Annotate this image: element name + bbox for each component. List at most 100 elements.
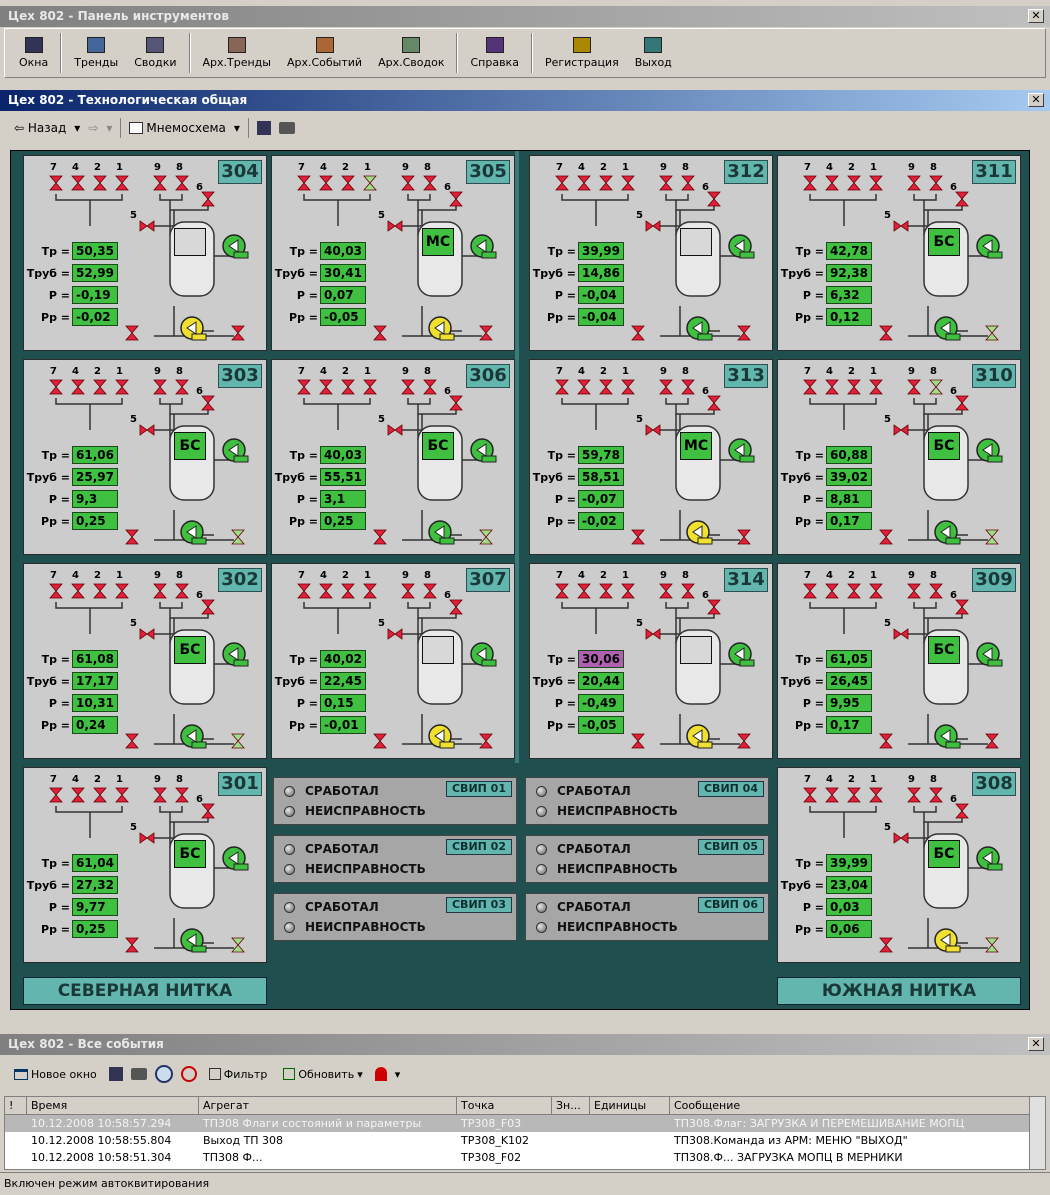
valve-icon[interactable]: [631, 325, 645, 341]
valve-icon[interactable]: [175, 175, 189, 191]
valve-icon[interactable]: [49, 787, 63, 803]
valve-icon[interactable]: [907, 379, 921, 395]
valve-icon[interactable]: [985, 529, 999, 545]
valve-icon[interactable]: [847, 787, 861, 803]
valve-icon[interactable]: [985, 733, 999, 749]
toolbar-button-4[interactable]: Арх.Событий: [279, 31, 370, 75]
valve-icon[interactable]: [319, 379, 333, 395]
pump-icon[interactable]: [728, 234, 755, 259]
valve-icon[interactable]: [49, 175, 63, 191]
valve-icon[interactable]: [231, 937, 245, 953]
column-header[interactable]: Сообщение: [670, 1097, 1030, 1114]
print-icon[interactable]: [278, 122, 295, 134]
pump-icon[interactable]: [686, 316, 713, 341]
valve-icon[interactable]: [401, 583, 415, 599]
pump-icon[interactable]: [222, 642, 249, 667]
valve-icon[interactable]: [879, 733, 893, 749]
reactor-panel-305[interactable]: 7 4 2 1 9 8 6 5 МС 305 Тр = 40,03 Труб = 30,41 Р = 0,07…: [271, 155, 515, 351]
valve-icon[interactable]: [373, 733, 387, 749]
valve-icon[interactable]: [71, 583, 85, 599]
valve-icon[interactable]: [201, 599, 215, 615]
back-dropdown-icon[interactable]: ▾: [74, 121, 80, 135]
valve-icon[interactable]: [893, 832, 909, 844]
new-window-button[interactable]: Новое окно: [10, 1066, 101, 1083]
pump-icon[interactable]: [728, 642, 755, 667]
pump-icon[interactable]: [934, 928, 961, 953]
valve-icon[interactable]: [449, 599, 463, 615]
pump-icon[interactable]: [470, 642, 497, 667]
valve-icon[interactable]: [401, 379, 415, 395]
pump-icon[interactable]: [470, 234, 497, 259]
valve-icon[interactable]: [153, 379, 167, 395]
valve-icon[interactable]: [955, 599, 969, 615]
pump-icon[interactable]: [686, 724, 713, 749]
valve-icon[interactable]: [577, 175, 591, 191]
valve-icon[interactable]: [71, 787, 85, 803]
valve-icon[interactable]: [907, 583, 921, 599]
valve-icon[interactable]: [929, 175, 943, 191]
column-header[interactable]: Время: [27, 1097, 199, 1114]
valve-icon[interactable]: [681, 379, 695, 395]
column-header[interactable]: Единицы: [590, 1097, 670, 1114]
alarm-icon[interactable]: [180, 1066, 197, 1082]
valve-icon[interactable]: [175, 379, 189, 395]
valve-icon[interactable]: [153, 787, 167, 803]
pump-icon[interactable]: [728, 438, 755, 463]
valve-icon[interactable]: [341, 583, 355, 599]
valve-icon[interactable]: [803, 379, 817, 395]
pump-icon[interactable]: [686, 520, 713, 545]
reactor-panel-307[interactable]: 7 4 2 1 9 8 6 5 307 Тр = 40,02 Труб = 22,45 Р = 0,15 Рр…: [271, 563, 515, 759]
valve-icon[interactable]: [893, 220, 909, 232]
valve-icon[interactable]: [907, 787, 921, 803]
valve-icon[interactable]: [645, 424, 661, 436]
valve-icon[interactable]: [231, 325, 245, 341]
valve-icon[interactable]: [825, 583, 839, 599]
reactor-panel-314[interactable]: 7 4 2 1 9 8 6 5 314 Тр = 30,06 Труб = 20,44 Р = -0,49 Р…: [529, 563, 773, 759]
valve-icon[interactable]: [153, 583, 167, 599]
valve-icon[interactable]: [847, 583, 861, 599]
siren-dropdown-icon[interactable]: ▾: [395, 1068, 401, 1081]
valve-icon[interactable]: [929, 583, 943, 599]
toolbar-button-6[interactable]: Справка: [462, 31, 526, 75]
events-scrollbar[interactable]: [1029, 1097, 1045, 1169]
toolbar-button-3[interactable]: Арх.Тренды: [195, 31, 279, 75]
valve-icon[interactable]: [825, 379, 839, 395]
valve-icon[interactable]: [449, 191, 463, 207]
column-header[interactable]: Зн...: [552, 1097, 590, 1114]
valve-icon[interactable]: [93, 583, 107, 599]
valve-icon[interactable]: [907, 175, 921, 191]
mnemo-dropdown-icon[interactable]: ▾: [234, 121, 240, 135]
close-icon[interactable]: ✕: [1028, 93, 1044, 107]
pump-icon[interactable]: [428, 724, 455, 749]
valve-icon[interactable]: [401, 175, 415, 191]
valve-icon[interactable]: [681, 583, 695, 599]
pump-icon[interactable]: [180, 724, 207, 749]
valve-icon[interactable]: [139, 832, 155, 844]
reactor-panel-301[interactable]: 7 4 2 1 9 8 6 5 БС 301 Тр = 61,04 Труб = 27,32 Р = 9,77…: [23, 767, 267, 963]
valve-icon[interactable]: [879, 937, 893, 953]
valve-icon[interactable]: [645, 220, 661, 232]
valve-icon[interactable]: [869, 787, 883, 803]
valve-icon[interactable]: [139, 424, 155, 436]
valve-icon[interactable]: [847, 379, 861, 395]
valve-icon[interactable]: [423, 583, 437, 599]
refresh-dropdown-icon[interactable]: ▾: [357, 1068, 363, 1081]
valve-icon[interactable]: [115, 175, 129, 191]
valve-icon[interactable]: [707, 191, 721, 207]
toolbar-button-2[interactable]: Сводки: [126, 31, 184, 75]
valve-icon[interactable]: [985, 937, 999, 953]
valve-icon[interactable]: [869, 175, 883, 191]
valve-icon[interactable]: [621, 583, 635, 599]
pump-icon[interactable]: [428, 316, 455, 341]
reactor-panel-309[interactable]: 7 4 2 1 9 8 6 5 БС 309 Тр = 61,05 Труб = 26,45 Р = 9,95…: [777, 563, 1021, 759]
valve-icon[interactable]: [297, 379, 311, 395]
valve-icon[interactable]: [231, 529, 245, 545]
valve-icon[interactable]: [139, 220, 155, 232]
valve-icon[interactable]: [869, 379, 883, 395]
valve-icon[interactable]: [803, 175, 817, 191]
pump-icon[interactable]: [180, 928, 207, 953]
valve-icon[interactable]: [479, 733, 493, 749]
pump-icon[interactable]: [180, 316, 207, 341]
reactor-panel-304[interactable]: 7 4 2 1 9 8 6 5 304 Тр = 50,35 Труб = 52,99 Р = -0,19 Р…: [23, 155, 267, 351]
valve-icon[interactable]: [893, 424, 909, 436]
